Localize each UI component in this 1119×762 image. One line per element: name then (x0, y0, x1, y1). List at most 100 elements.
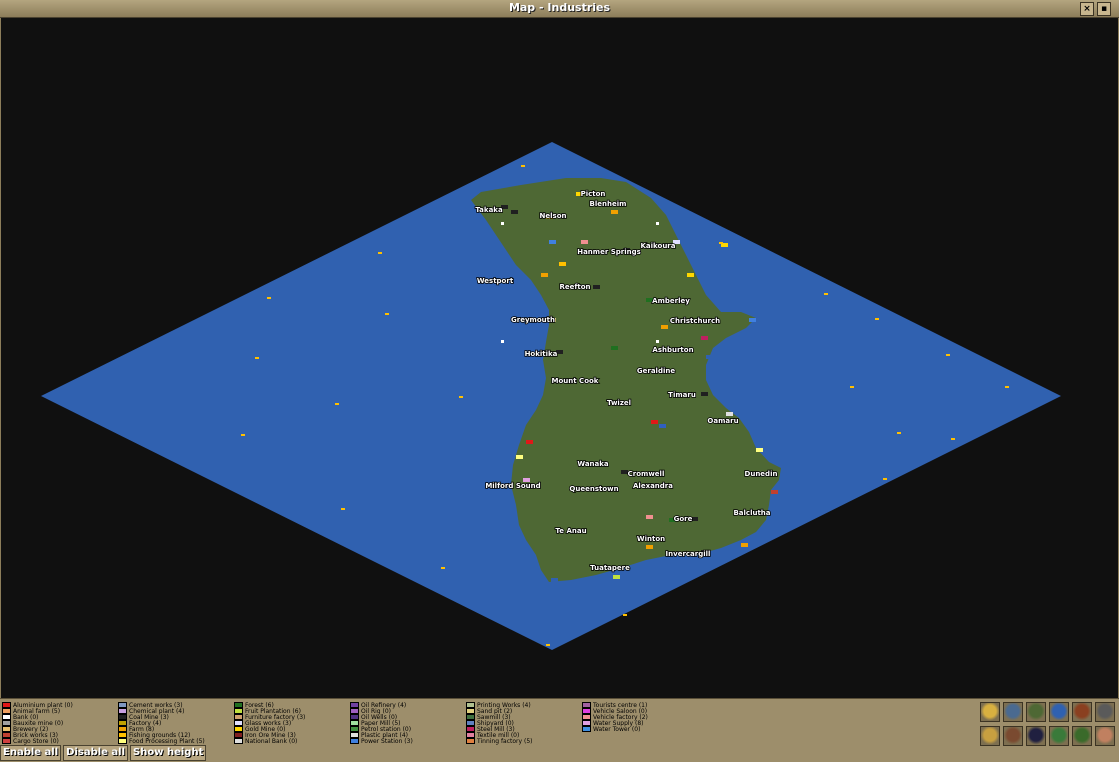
fishing-ground-marker (883, 478, 887, 480)
legend-buttons: Enable all Disable all Show height (0, 745, 207, 761)
fishing-ground-marker (378, 252, 382, 254)
town-label[interactable]: Reefton (559, 282, 592, 292)
legend-swatch (2, 738, 11, 744)
link-industries-icon[interactable] (1026, 726, 1046, 746)
legend-item[interactable]: Power Station (3) (350, 738, 466, 745)
close-icon[interactable]: × (1080, 2, 1094, 16)
fishing-ground-marker (341, 508, 345, 510)
town-label[interactable]: Winton (636, 534, 666, 544)
window-title: Map - Industries (508, 1, 611, 14)
town-label[interactable]: Takaka (475, 205, 504, 215)
town-label[interactable]: Balclutha (733, 508, 772, 518)
legend-item[interactable]: Water Tower (0) (582, 726, 698, 733)
legend-label: Cargo Store (0) (13, 737, 59, 745)
fishing-ground-marker (850, 386, 854, 388)
town-label[interactable]: Tuatapere (589, 563, 631, 573)
cargo-flow-icon[interactable] (1049, 726, 1069, 746)
legend-item[interactable]: Cargo Store (0) (2, 737, 118, 745)
legend-column: Aluminium plant (0) Animal farm (5) Bank (… (2, 702, 118, 745)
disable-all-button[interactable]: Disable all (63, 745, 129, 761)
town-label[interactable]: Queenstown (569, 484, 620, 494)
industry-marker (741, 543, 748, 547)
town-label[interactable]: Kaikoura (640, 241, 677, 251)
viewport-marker (501, 222, 504, 225)
vehicles-icon[interactable] (1003, 702, 1023, 722)
town-label[interactable]: Picton (580, 189, 606, 199)
map-viewport[interactable]: Picton Blenheim Takaka Nelson Kaikoura Hanmer… (0, 18, 1119, 698)
town-label[interactable]: Invercargill (665, 549, 711, 559)
vegetation-icon[interactable] (1072, 702, 1092, 722)
industry-marker (551, 578, 558, 582)
window-titlebar[interactable]: Map - Industries × ▪ (0, 0, 1119, 18)
industries-icon[interactable] (1026, 702, 1046, 722)
town-label[interactable]: Oamaru (707, 416, 740, 426)
industry-marker (549, 240, 556, 244)
fishing-ground-marker (546, 644, 550, 646)
town-label[interactable]: Te Anau (555, 526, 588, 536)
industry-marker (613, 575, 620, 579)
fishing-ground-marker (946, 354, 950, 356)
fishing-ground-marker (623, 614, 627, 616)
contours-icon[interactable] (980, 702, 1000, 722)
routes-icon[interactable] (1049, 702, 1069, 722)
industry-marker (593, 285, 600, 289)
fishing-ground-marker (824, 293, 828, 295)
legend-swatch (350, 738, 359, 744)
industry-marker (701, 336, 708, 340)
town-label[interactable]: Ashburton (652, 345, 695, 355)
industry-marker (516, 455, 523, 459)
sticky-icon[interactable]: ▪ (1097, 2, 1111, 16)
legend-swatch (582, 726, 591, 732)
viewport-marker (656, 222, 659, 225)
industry-marker (646, 515, 653, 519)
fishing-ground-marker (521, 165, 525, 167)
fishing-ground-marker (897, 432, 901, 434)
town-label[interactable]: Hanmer Springs (576, 247, 641, 257)
legend-item[interactable]: Tinning factory (5) (466, 738, 582, 745)
legend-item[interactable]: Food Processing Plant (5) (118, 737, 234, 745)
legend-column: Tourists centre (1) Vehicle Saloon (0) Veh… (582, 702, 698, 733)
toggle-town-names-icon[interactable] (1003, 726, 1023, 746)
show-height-button[interactable]: Show height (130, 745, 207, 761)
industry-marker (559, 262, 566, 266)
town-label[interactable]: Greymouth (510, 315, 556, 325)
legend-panel: Aluminium plant (0) Animal farm (5) Bank (… (0, 698, 1119, 762)
legend-column: Forest (6) Fruit Plantation (6) Furniture … (234, 702, 350, 745)
legend-column: Cement works (3) Chemical plant (4) Coal M… (118, 702, 234, 745)
legend-label: Food Processing Plant (5) (129, 737, 205, 745)
industry-marker (659, 424, 666, 428)
town-label[interactable]: Westport (476, 276, 515, 286)
trees-icon[interactable] (1072, 726, 1092, 746)
industry-marker (541, 273, 548, 277)
town-label[interactable]: Christchurch (669, 316, 721, 326)
town-label[interactable]: Hokitika (524, 349, 559, 359)
industry-marker (611, 346, 618, 350)
town-label[interactable]: Milford Sound (485, 481, 542, 491)
industry-marker (526, 440, 533, 444)
center-view-icon[interactable] (980, 726, 1000, 746)
town-label[interactable]: Blenheim (589, 199, 627, 209)
town-label[interactable]: Dunedin (744, 469, 779, 479)
town-label[interactable]: Alexandra (632, 481, 674, 491)
enable-all-button[interactable]: Enable all (0, 745, 62, 761)
fishing-ground-marker (951, 438, 955, 440)
town-label[interactable]: Wanaka (577, 459, 610, 469)
fishing-ground-marker (441, 567, 445, 569)
town-label[interactable]: Twizel (606, 398, 632, 408)
minimap[interactable]: PictonBlenheim Takaka Nelson KaikouraHanmer… (1, 18, 1118, 698)
town-label[interactable]: Cromwell (627, 469, 665, 479)
town-label[interactable]: Gore (673, 514, 694, 524)
legend-item[interactable]: National Bank (0) (234, 738, 350, 745)
industry-marker (726, 412, 733, 416)
map-mode-toolbar (980, 702, 1118, 758)
town-label[interactable]: Geraldine (636, 366, 676, 376)
legend-column: Oil Refinery (4) Oil Rig (0) Oil Wells (0)… (350, 702, 466, 745)
legend-swatch (234, 738, 243, 744)
fishing-ground-marker (255, 357, 259, 359)
town-label[interactable]: Nelson (539, 211, 568, 221)
town-label[interactable]: Timaru (667, 390, 696, 400)
town-label[interactable]: Mount Cook (551, 376, 600, 386)
owners-icon[interactable] (1095, 702, 1115, 722)
company-face-icon[interactable] (1095, 726, 1115, 746)
town-label[interactable]: Amberley (651, 296, 691, 306)
